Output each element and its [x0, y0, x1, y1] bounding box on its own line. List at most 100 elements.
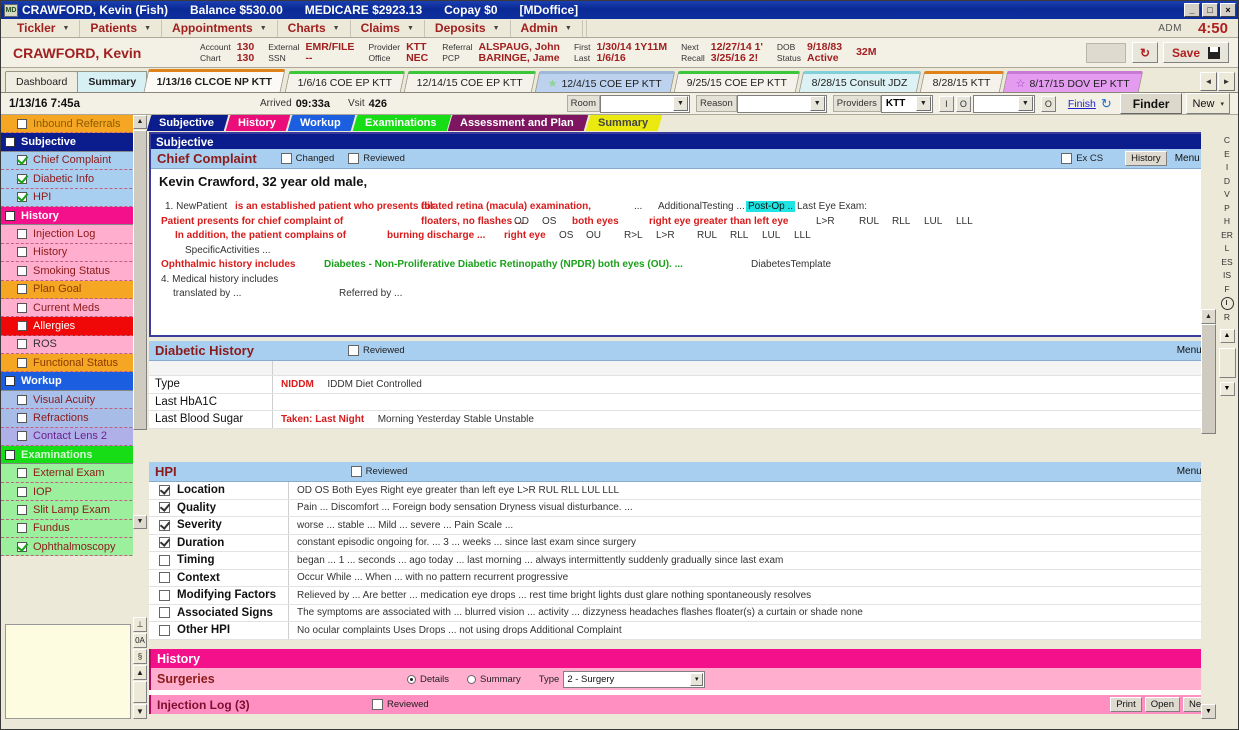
history-button[interactable]: History: [1125, 151, 1167, 166]
checkbox-icon[interactable]: [5, 376, 15, 386]
button-o-second[interactable]: O: [1041, 96, 1056, 112]
sidebar-item-refractions[interactable]: Refractions: [1, 409, 147, 427]
sidebar-item-inbound-referrals[interactable]: Inbound Referrals: [1, 115, 147, 133]
tab-assessment-and-plan[interactable]: Assessment and Plan: [448, 115, 588, 131]
clock-icon[interactable]: [1221, 297, 1234, 310]
hpi-row-timing[interactable]: Timing began ... 1 ... seconds ... ago t…: [149, 552, 1218, 570]
close-icon[interactable]: ×: [1220, 3, 1236, 17]
cc-line3-rul-option[interactable]: RUL: [697, 230, 717, 241]
main-vertical-scrollbar[interactable]: ▲: [1201, 132, 1216, 719]
paragraph-icon[interactable]: §: [133, 649, 147, 664]
tab-prev-button[interactable]: ◄: [1200, 72, 1217, 91]
hpi-duration-checkbox[interactable]: [159, 537, 170, 548]
tab-subjective[interactable]: Subjective: [147, 115, 228, 131]
new-button[interactable]: New ▾: [1186, 93, 1230, 114]
sidebar-item-contact-lens-2[interactable]: Contact Lens 2: [1, 428, 147, 446]
vt-f-button[interactable]: F: [1224, 283, 1229, 297]
cc-lr-option[interactable]: L>R: [816, 216, 835, 227]
sidebar-item-visual-acuity[interactable]: Visual Acuity: [1, 391, 147, 409]
hpi-row-modifying-factors[interactable]: Modifying Factors Relieved by ... Are be…: [149, 587, 1218, 605]
vt-h-button[interactable]: H: [1224, 215, 1230, 229]
checkbox-icon[interactable]: [5, 137, 15, 147]
print-button[interactable]: Print: [1110, 697, 1142, 712]
sidebar-item-current-meds[interactable]: Current Meds: [1, 299, 147, 317]
diabetic-history-reviewed-checkbox[interactable]: Reviewed: [348, 345, 405, 356]
diabetic-type-options[interactable]: IDDM Diet Controlled: [327, 379, 421, 390]
sidebar-item-diabetic-info[interactable]: Diabetic Info: [1, 170, 147, 188]
menu-patients[interactable]: Patients ▼: [80, 20, 162, 37]
sidebar-item-subjective[interactable]: Subjective: [1, 133, 147, 151]
tab-summary-section[interactable]: Summary: [586, 115, 663, 131]
maximize-icon[interactable]: □: [1202, 3, 1218, 17]
checkbox-icon[interactable]: [17, 413, 27, 423]
sidebar-item-plan-goal[interactable]: Plan Goal: [1, 281, 147, 299]
hpi-location-checkbox[interactable]: [159, 485, 170, 496]
menu-admin[interactable]: Admin ▼: [511, 20, 583, 37]
sidebar-item-fundus[interactable]: Fundus: [1, 520, 147, 538]
save-button[interactable]: Save: [1163, 42, 1229, 63]
menu-charts[interactable]: Charts ▼: [278, 20, 351, 37]
vt-is-button[interactable]: IS: [1223, 269, 1231, 283]
cc-last-eye-exam[interactable]: Last Eye Exam:: [797, 201, 867, 212]
cc-line3-ou-option[interactable]: OU: [586, 230, 601, 241]
cc-symptom-floaters[interactable]: floaters, no flashes ...: [421, 216, 523, 227]
main-scroll-up-icon[interactable]: ▲: [1201, 309, 1216, 324]
cc-line3-rll-option[interactable]: RLL: [730, 230, 748, 241]
button-o-first[interactable]: O: [956, 96, 971, 112]
surgeries-type-select[interactable]: 2 - Surgery ▾: [563, 671, 705, 688]
hpi-severity-checkbox[interactable]: [159, 520, 170, 531]
providers-select[interactable]: KTT ▼: [881, 95, 933, 113]
checkbox-icon[interactable]: [17, 119, 27, 129]
cc-exam-reason[interactable]: dilated retina (macula) examination,: [421, 201, 591, 212]
sidebar-item-history[interactable]: History: [1, 244, 147, 262]
hpi-duration-value[interactable]: constant episodic ongoing for. ... 3 ...…: [289, 537, 1218, 548]
main-scroll-down-icon[interactable]: ▼: [1201, 704, 1216, 719]
hpi-quality-checkbox[interactable]: [159, 502, 170, 513]
cc-lul-option[interactable]: LUL: [924, 216, 942, 227]
finish-link[interactable]: Finish: [1068, 98, 1096, 110]
cc-od-option[interactable]: OD: [514, 216, 529, 227]
vt-scroll-up-icon[interactable]: ▲: [1220, 329, 1235, 343]
cc-medical-history-lead[interactable]: 4. Medical history includes: [161, 274, 278, 285]
cc-line1-ellipsis[interactable]: ...: [634, 201, 642, 212]
hpi-severity-value[interactable]: worse ... stable ... Mild ... severe ...…: [289, 520, 1218, 531]
tab-encounter-8-28-15-consult[interactable]: 8/28/15 Consult JDZ: [799, 71, 921, 92]
menu-claims[interactable]: Claims ▼: [351, 20, 425, 37]
vt-l-button[interactable]: L: [1225, 242, 1230, 256]
hpi-context-checkbox[interactable]: [159, 572, 170, 583]
secondary-provider-select[interactable]: ▼: [973, 95, 1035, 113]
ex-cs-checkbox[interactable]: Ex CS: [1061, 153, 1103, 164]
checkbox-icon[interactable]: [17, 395, 27, 405]
vt-p-button[interactable]: P: [1224, 202, 1230, 216]
vt-d-button[interactable]: D: [1224, 175, 1230, 189]
vt-blank-panel[interactable]: [1219, 348, 1236, 378]
sidebar-item-ophthalmoscopy[interactable]: Ophthalmoscopy: [1, 538, 147, 556]
cc-newpatient-number[interactable]: 1. NewPatient: [165, 201, 227, 212]
vt-c-button[interactable]: C: [1224, 134, 1230, 148]
oa-icon[interactable]: 0A: [133, 633, 147, 648]
diabetic-row-blood-sugar[interactable]: Last Blood Sugar Taken: Last Night Morni…: [149, 411, 1218, 429]
tab-encounter-8-28-15[interactable]: 8/28/15 KTT: [920, 71, 1004, 92]
injection-log-reviewed-checkbox[interactable]: Reviewed: [372, 699, 429, 710]
notes-scroll-down-icon[interactable]: ▼: [133, 704, 147, 719]
sidebar-item-examinations[interactable]: Examinations: [1, 446, 147, 464]
notes-scroll-up-icon[interactable]: ▲: [133, 665, 147, 680]
checkbox-icon[interactable]: [17, 321, 27, 331]
checkbox-icon[interactable]: [17, 303, 27, 313]
tab-encounter-12-14-15[interactable]: 12/14/15 COE EP KTT: [404, 71, 536, 92]
hpi-quality-value[interactable]: Pain ... Discomfort ... Foreign body sen…: [289, 502, 1218, 513]
cc-presents-lead[interactable]: Patient presents for chief complaint of: [161, 216, 343, 227]
cc-line3-lll-option[interactable]: LLL: [794, 230, 811, 241]
menu-tickler[interactable]: Tickler ▼: [7, 20, 80, 37]
cc-line3-rl-option[interactable]: R>L: [624, 230, 643, 241]
sidebar-item-allergies[interactable]: Allergies: [1, 317, 147, 335]
sidebar-item-iop[interactable]: IOP: [1, 483, 147, 501]
sidebar-item-smoking-status[interactable]: Smoking Status: [1, 262, 147, 280]
hpi-modifying-factors-value[interactable]: Relieved by ... Are better ... medicatio…: [289, 590, 1218, 601]
vt-er-button[interactable]: ER: [1221, 229, 1233, 243]
tab-encounter-8-17-15[interactable]: ☆8/17/15 DOV EP KTT: [1002, 71, 1143, 92]
hpi-other-checkbox[interactable]: [159, 625, 170, 636]
tab-encounter-1-6-16[interactable]: 1/6/16 COE EP KTT: [284, 71, 405, 92]
checkbox-checked-icon[interactable]: [17, 192, 27, 202]
hpi-associated-signs-checkbox[interactable]: [159, 607, 170, 618]
